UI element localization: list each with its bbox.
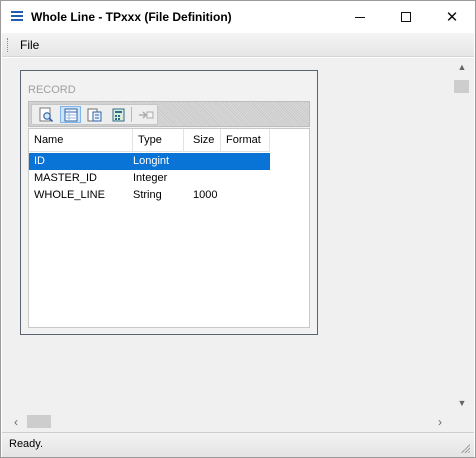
minimize-button[interactable]	[337, 1, 383, 33]
close-icon: ✕	[445, 8, 459, 26]
maximize-icon	[401, 12, 411, 22]
zoom-page-button[interactable]	[35, 106, 56, 123]
zoom-page-icon	[39, 107, 53, 122]
status-bar: Ready.	[2, 432, 474, 457]
calculator-button[interactable]	[108, 106, 129, 123]
menu-bar: File	[2, 33, 474, 57]
cell-name: WHOLE_LINE	[34, 189, 105, 201]
maximize-button[interactable]	[383, 1, 429, 33]
minimize-icon	[355, 16, 365, 18]
table-row[interactable]: ID Longint	[29, 153, 270, 170]
insert-field-icon	[138, 111, 153, 118]
toolbar-button-group	[31, 104, 158, 125]
scroll-right-icon[interactable]: ›	[438, 415, 442, 429]
record-title: RECORD	[28, 84, 76, 96]
cell-name: ID	[34, 155, 45, 167]
insert-field-button[interactable]	[135, 106, 156, 123]
scroll-down-icon[interactable]: ▼	[456, 398, 468, 408]
grid-view-button[interactable]	[60, 106, 81, 123]
horizontal-scrollbar[interactable]: ‹ ›	[2, 410, 450, 432]
horizontal-scroll-thumb[interactable]	[27, 415, 51, 428]
mdi-client-area: RECORD Name Type Size Format ID Longint …	[2, 58, 474, 432]
title-bar[interactable]: Whole Line - TPxxx (File Definition) ✕	[1, 1, 475, 33]
cell-size	[184, 170, 221, 187]
window-title: Whole Line - TPxxx (File Definition)	[31, 10, 232, 24]
cell-type: String	[133, 189, 162, 201]
table-row[interactable]: WHOLE_LINE String 1000	[29, 187, 270, 204]
menu-file[interactable]: File	[14, 37, 45, 53]
main-window: Whole Line - TPxxx (File Definition) ✕ F…	[0, 0, 476, 458]
resize-grip-icon[interactable]	[460, 443, 470, 453]
grid-header: Name Type Size Format	[29, 129, 270, 152]
toolbar-separator	[131, 107, 132, 122]
record-panel[interactable]: RECORD Name Type Size Format ID Longint …	[20, 70, 318, 335]
vertical-scroll-thumb[interactable]	[454, 80, 469, 93]
cell-format	[221, 187, 270, 204]
column-header-size[interactable]: Size	[184, 129, 221, 152]
cell-format	[221, 170, 270, 187]
app-menu-icon[interactable]	[11, 11, 23, 21]
vertical-scrollbar[interactable]: ▲ ▼	[450, 58, 474, 414]
cell-name: MASTER_ID	[34, 172, 97, 184]
column-header-type[interactable]: Type	[133, 129, 184, 152]
scroll-up-icon[interactable]: ▲	[456, 62, 468, 72]
form-view-icon	[87, 108, 102, 121]
cell-type: Longint	[133, 155, 170, 167]
column-header-name[interactable]: Name	[29, 129, 133, 152]
record-toolbar	[28, 101, 310, 127]
cell-type: Integer	[133, 172, 168, 184]
table-row[interactable]: MASTER_ID Integer	[29, 170, 270, 187]
menu-grip	[7, 38, 10, 52]
form-view-button[interactable]	[84, 106, 105, 123]
close-button[interactable]: ✕	[429, 1, 475, 33]
cell-size: 1000	[193, 189, 218, 201]
calculator-icon	[112, 108, 125, 121]
column-header-format[interactable]: Format	[221, 129, 270, 152]
status-text: Ready.	[9, 438, 44, 450]
field-grid[interactable]: Name Type Size Format ID Longint MASTER_…	[28, 128, 310, 328]
scroll-left-icon[interactable]: ‹	[14, 415, 18, 429]
grid-view-icon	[64, 108, 77, 121]
cell-size	[184, 153, 221, 170]
cell-format	[221, 153, 270, 170]
